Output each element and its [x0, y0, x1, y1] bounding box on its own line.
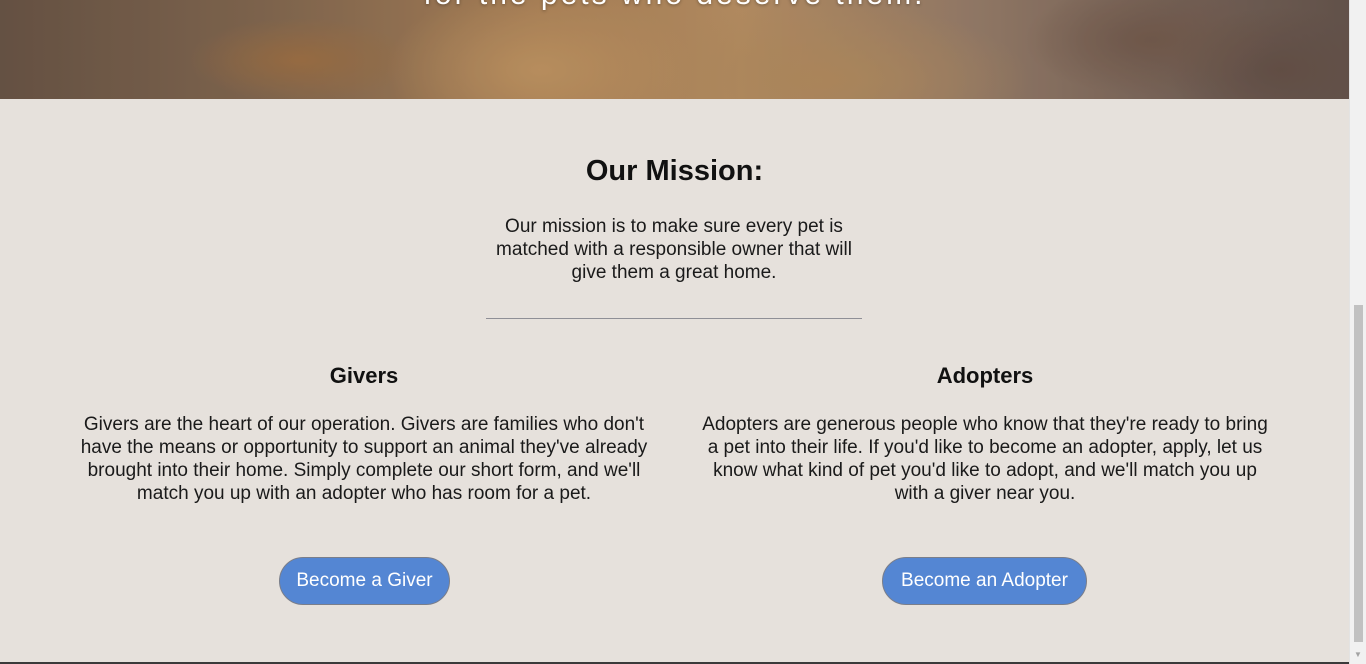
mission-section: Our Mission: Our mission is to make sure…: [0, 99, 1349, 664]
scroll-down-icon[interactable]: ▼: [1350, 648, 1366, 662]
become-giver-button[interactable]: Become a Giver: [279, 557, 450, 605]
become-adopter-button[interactable]: Become an Adopter: [882, 557, 1087, 605]
givers-heading: Givers: [329, 363, 399, 388]
mission-text: Our mission is to make sure every pet is…: [496, 216, 852, 283]
hero-banner: for the pets who deserve them.: [0, 0, 1349, 99]
adopters-column: Adopters Adopters are generous people wh…: [685, 363, 1285, 505]
mission-title: Our Mission:: [585, 155, 764, 187]
scrollbar-thumb[interactable]: [1354, 305, 1363, 642]
divider: [486, 318, 862, 319]
vertical-scrollbar[interactable]: ▼: [1349, 0, 1366, 664]
adopters-text: Adopters are generous people who know th…: [702, 414, 1268, 504]
hero-tagline: for the pets who deserve them.: [0, 0, 1349, 12]
adopters-heading: Adopters: [936, 363, 1034, 388]
givers-column: Givers Givers are the heart of our opera…: [64, 363, 664, 505]
givers-text: Givers are the heart of our operation. G…: [80, 414, 648, 504]
page: for the pets who deserve them. Our Missi…: [0, 0, 1366, 664]
hero-image-dog: [0, 0, 1349, 99]
